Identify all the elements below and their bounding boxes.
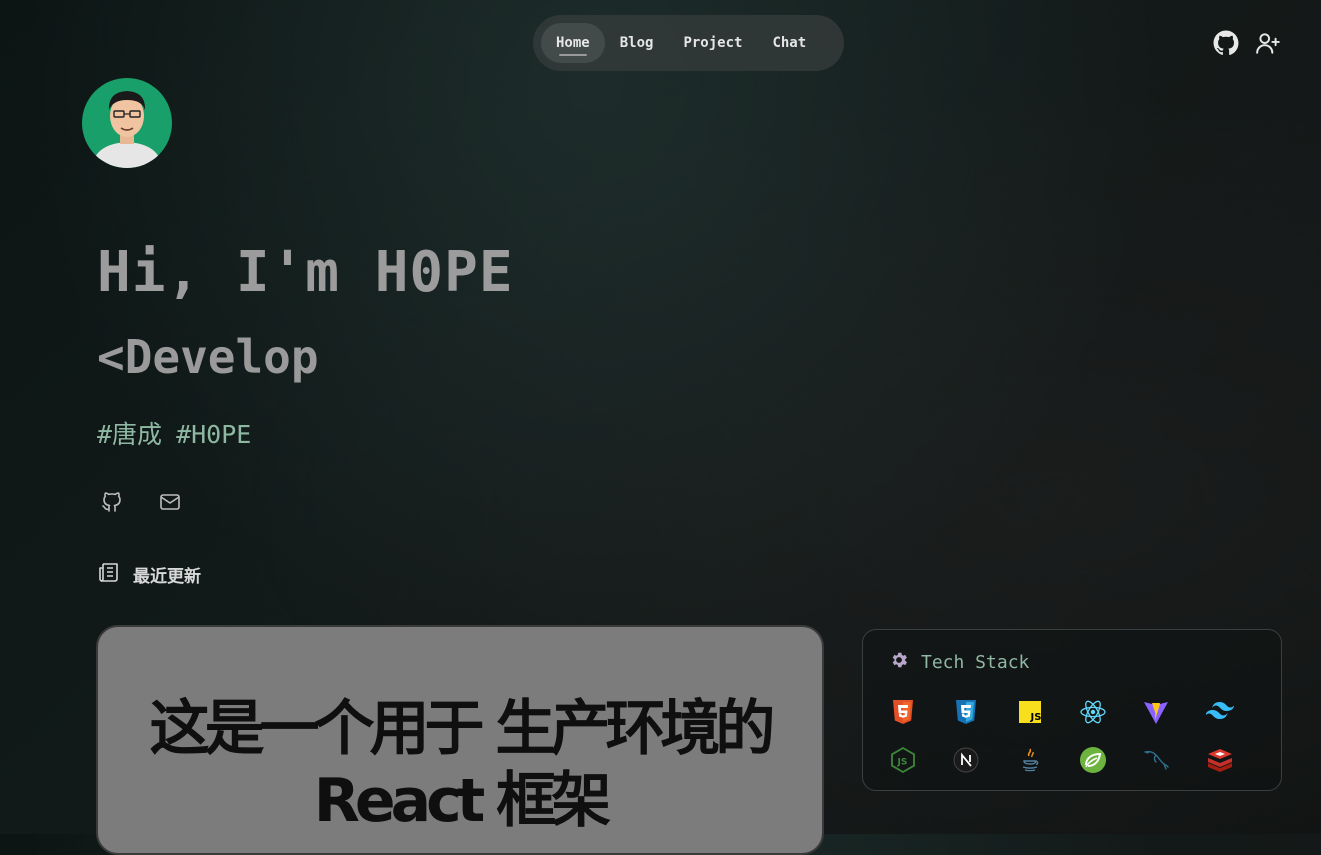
react-icon xyxy=(1079,698,1107,726)
header-actions xyxy=(1213,30,1281,56)
css3-icon xyxy=(952,698,980,726)
nav-home[interactable]: Home xyxy=(541,23,605,63)
github-icon[interactable] xyxy=(1213,30,1239,56)
tech-stack-header: Tech Stack xyxy=(889,650,1029,674)
mysql-icon xyxy=(1142,746,1170,774)
hero-title: Hi, I'm H0PE xyxy=(97,240,514,305)
javascript-icon: JS xyxy=(1016,698,1044,726)
gear-icon xyxy=(889,650,909,674)
social-links xyxy=(100,490,182,514)
post-cover-text: 这是一个用于 生产环境的 React 框架 xyxy=(98,693,822,837)
recent-updates-header: 最近更新 xyxy=(97,560,201,588)
recent-post-card[interactable]: 这是一个用于 生产环境的 React 框架 xyxy=(96,625,824,855)
redis-icon xyxy=(1206,746,1234,774)
svg-text:JS: JS xyxy=(897,758,908,768)
hero-subtitle: <Develop xyxy=(97,330,319,384)
hero-tags: #唐成 #H0PE xyxy=(97,415,251,451)
tech-stack-grid: JS JS xyxy=(889,698,1269,774)
nav-chat[interactable]: Chat xyxy=(757,23,821,63)
post-cover-line2: React 框架 xyxy=(313,766,612,836)
tech-stack-panel: Tech Stack JS JS xyxy=(862,629,1282,791)
html5-icon xyxy=(889,698,917,726)
github-icon[interactable] xyxy=(100,490,124,514)
main-nav: Home Blog Project Chat xyxy=(533,15,844,71)
post-cover-line1: 这是一个用于 生产环境的 xyxy=(149,694,776,764)
tag-handle: #H0PE xyxy=(176,420,252,449)
avatar xyxy=(82,78,172,168)
tag-name: #唐成 xyxy=(97,420,163,449)
newspaper-icon xyxy=(97,560,121,588)
tech-stack-label: Tech Stack xyxy=(921,651,1030,673)
add-user-icon[interactable] xyxy=(1255,30,1281,56)
vite-icon xyxy=(1142,698,1170,726)
mail-icon[interactable] xyxy=(158,490,182,514)
nodejs-icon: JS xyxy=(889,746,917,774)
tailwind-icon xyxy=(1204,698,1235,726)
java-icon xyxy=(1016,746,1044,774)
nav-blog[interactable]: Blog xyxy=(605,23,669,63)
svg-text:JS: JS xyxy=(1029,712,1041,723)
recent-updates-label: 最近更新 xyxy=(133,566,201,587)
nextjs-icon xyxy=(952,746,980,774)
nav-project[interactable]: Project xyxy=(668,23,757,63)
spring-icon xyxy=(1079,746,1107,774)
